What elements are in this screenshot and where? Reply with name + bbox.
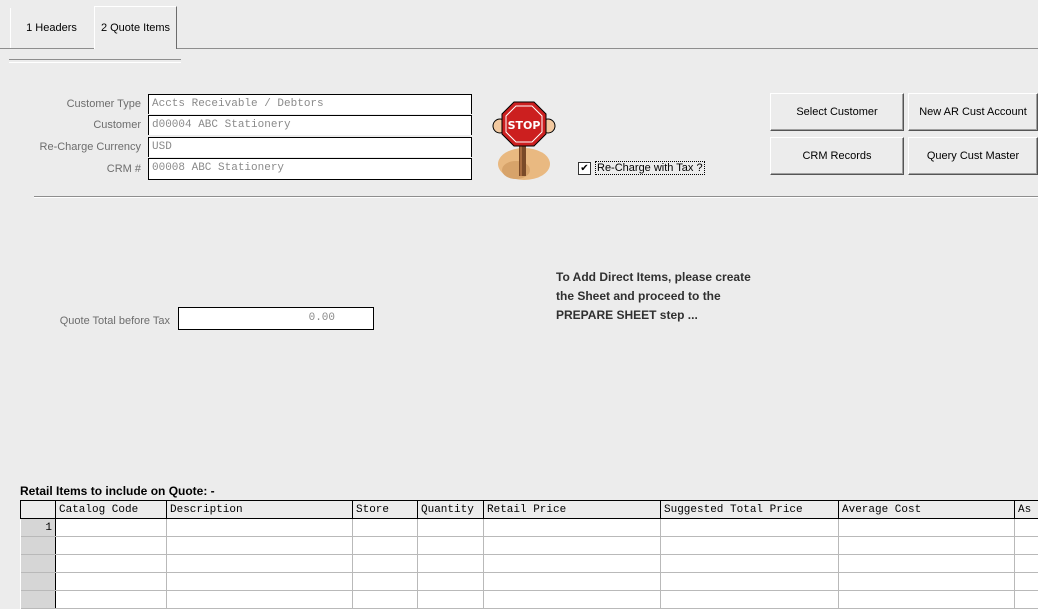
grid-cell[interactable] — [167, 519, 353, 537]
crm-records-button-label: CRM Records — [802, 150, 871, 162]
customer-field[interactable]: d00004 ABC Stationery — [148, 115, 472, 135]
tab-underline — [9, 59, 181, 63]
new-ar-account-button[interactable]: New AR Cust Account — [908, 93, 1038, 131]
col-header-suggested-total-price[interactable]: Suggested Total Price — [661, 501, 839, 519]
grid-cell[interactable] — [839, 555, 1015, 573]
grid-cell[interactable] — [661, 573, 839, 591]
grid-cell[interactable] — [418, 591, 484, 609]
crm-field[interactable]: 00008 ABC Stationery — [148, 158, 472, 180]
row-header-cell[interactable] — [21, 537, 56, 555]
grid-cell[interactable] — [353, 591, 418, 609]
crm-records-button[interactable]: CRM Records — [770, 137, 904, 175]
crm-label: CRM # — [30, 163, 141, 175]
select-customer-button-label: Select Customer — [796, 106, 877, 118]
new-ar-account-button-label: New AR Cust Account — [919, 106, 1027, 118]
notice-line-3: PREPARE SHEET step ... — [556, 306, 751, 325]
grid-cell[interactable] — [167, 555, 353, 573]
grid-cell[interactable] — [56, 519, 167, 537]
grid-cell[interactable] — [353, 573, 418, 591]
tab-quote-items[interactable]: 2 Quote Items — [94, 6, 177, 49]
grid-cell[interactable] — [167, 537, 353, 555]
grid-cell[interactable] — [661, 591, 839, 609]
customer-label: Customer — [30, 119, 141, 131]
retail-items-grid[interactable]: Catalog Code Description Store Quantity … — [20, 500, 1038, 609]
grid-cell[interactable] — [418, 555, 484, 573]
tab-quote-items-label: 2 Quote Items — [101, 22, 170, 34]
grid-cell[interactable] — [484, 519, 661, 537]
notice-line-1: To Add Direct Items, please create — [556, 268, 751, 287]
grid-cell[interactable] — [56, 537, 167, 555]
row-header-cell[interactable]: 1 — [21, 519, 56, 537]
table-row[interactable]: 1 — [21, 519, 1038, 537]
retail-items-title: Retail Items to include on Quote: - — [20, 484, 215, 498]
grid-cell[interactable] — [484, 591, 661, 609]
grid-cell[interactable] — [839, 573, 1015, 591]
grid-cell[interactable] — [56, 573, 167, 591]
select-customer-button[interactable]: Select Customer — [770, 93, 904, 131]
col-header-store[interactable]: Store — [353, 501, 418, 519]
grid-cell[interactable] — [484, 573, 661, 591]
row-header-cell[interactable] — [21, 591, 56, 609]
query-cust-master-button[interactable]: Query Cust Master — [908, 137, 1038, 175]
col-header-as[interactable]: As — [1015, 501, 1038, 519]
grid-cell[interactable] — [1015, 519, 1038, 537]
grid-cell[interactable] — [661, 519, 839, 537]
grid-cell[interactable] — [484, 537, 661, 555]
grid-cell[interactable] — [418, 537, 484, 555]
recharge-tax-checkbox-group[interactable]: ✔ Re-Charge with Tax ? — [578, 160, 705, 176]
col-header-retail-price[interactable]: Retail Price — [484, 501, 661, 519]
grid-header-row: Catalog Code Description Store Quantity … — [21, 501, 1038, 519]
row-header-cell[interactable] — [21, 555, 56, 573]
grid-cell[interactable] — [418, 573, 484, 591]
currency-label: Re-Charge Currency — [20, 141, 141, 153]
row-header-cell[interactable] — [21, 573, 56, 591]
grid-cell[interactable] — [353, 555, 418, 573]
direct-items-notice: To Add Direct Items, please create the S… — [556, 268, 751, 325]
grid-cell[interactable] — [839, 591, 1015, 609]
grid-cell[interactable] — [167, 591, 353, 609]
grid-cell[interactable] — [1015, 555, 1038, 573]
table-row[interactable] — [21, 573, 1038, 591]
col-header-description[interactable]: Description — [167, 501, 353, 519]
quote-total-field[interactable]: 0.00 — [178, 307, 374, 330]
col-header-catalog-code[interactable]: Catalog Code — [56, 501, 167, 519]
grid-cell[interactable] — [353, 537, 418, 555]
grid-cell[interactable] — [1015, 573, 1038, 591]
table-row[interactable] — [21, 591, 1038, 609]
table-row[interactable] — [21, 555, 1038, 573]
table-row[interactable] — [21, 537, 1038, 555]
grid-cell[interactable] — [418, 519, 484, 537]
currency-field[interactable]: USD — [148, 137, 472, 157]
grid-corner-cell — [21, 501, 56, 519]
grid-cell[interactable] — [484, 555, 661, 573]
tab-headers[interactable]: 1 Headers — [10, 8, 92, 48]
col-header-quantity[interactable]: Quantity — [418, 501, 484, 519]
grid-cell[interactable] — [661, 537, 839, 555]
col-header-average-cost[interactable]: Average Cost — [839, 501, 1015, 519]
grid-cell[interactable] — [839, 519, 1015, 537]
tab-headers-label: 1 Headers — [26, 22, 77, 34]
customer-type-field[interactable]: Accts Receivable / Debtors — [148, 94, 472, 114]
customer-type-label: Customer Type — [30, 98, 141, 110]
grid-cell[interactable] — [56, 555, 167, 573]
notice-line-2: the Sheet and proceed to the — [556, 287, 751, 306]
query-cust-master-button-label: Query Cust Master — [927, 150, 1019, 162]
grid-cell[interactable] — [1015, 537, 1038, 555]
recharge-tax-label: Re-Charge with Tax ? — [595, 161, 705, 175]
quote-total-label: Quote Total before Tax — [30, 315, 170, 327]
recharge-tax-checkbox[interactable]: ✔ — [578, 162, 591, 175]
grid-cell[interactable] — [56, 591, 167, 609]
svg-text:STOP: STOP — [508, 119, 541, 132]
grid-cell[interactable] — [661, 555, 839, 573]
grid-cell[interactable] — [1015, 591, 1038, 609]
grid-cell[interactable] — [167, 573, 353, 591]
grid-cell[interactable] — [353, 519, 418, 537]
section-separator — [34, 196, 1038, 198]
grid-cell[interactable] — [839, 537, 1015, 555]
stop-sign-icon: STOP — [486, 96, 562, 184]
